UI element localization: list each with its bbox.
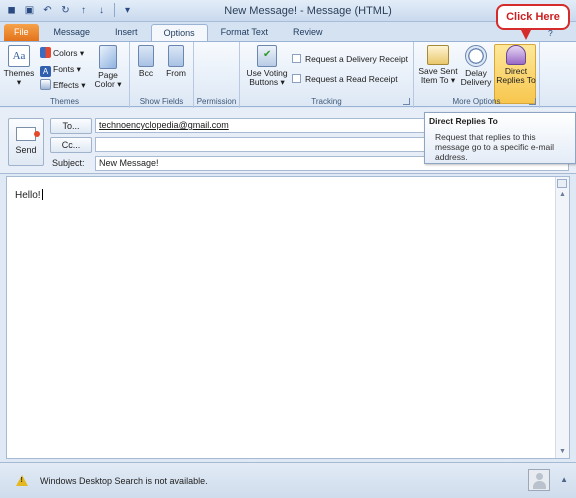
subject-label: Subject: xyxy=(52,158,85,168)
more-options-dialog-launcher[interactable] xyxy=(529,98,536,105)
ribbon-tabs: File Message Insert Options Format Text … xyxy=(0,22,576,41)
use-voting-buttons-button[interactable]: ✔ Use Voting Buttons ▾ xyxy=(244,45,290,87)
effects-icon xyxy=(40,79,51,90)
direct-replies-label: Direct Replies To xyxy=(496,66,536,85)
delivery-receipt-check[interactable] xyxy=(292,54,301,63)
colors-button[interactable]: Colors ▾ xyxy=(40,46,84,60)
permission-group-label: Permission xyxy=(196,97,237,106)
to-button[interactable]: To... xyxy=(50,118,92,134)
expand-people-pane-icon[interactable]: ▲ xyxy=(560,475,568,484)
click-here-callout: Click Here xyxy=(496,4,570,30)
vertical-scrollbar[interactable]: ▲ ▼ xyxy=(555,177,569,458)
tab-options[interactable]: Options xyxy=(150,24,208,41)
themes-icon: Aa xyxy=(8,45,30,67)
from-icon xyxy=(168,45,184,67)
title-bar: ◼ ▣ ↶ ↻ ↑ ↓ ▾ New Message! - Message (HT… xyxy=(0,0,576,22)
people-pane-avatar[interactable] xyxy=(528,469,550,491)
read-receipt-label: Request a Read Receipt xyxy=(305,74,398,84)
tooltip-body: Request that replies to this message go … xyxy=(435,132,555,162)
warning-exclamation: ! xyxy=(20,477,23,484)
show-fields-group: Bcc From Show Fields xyxy=(130,42,194,108)
from-label: From xyxy=(166,68,186,78)
message-body[interactable]: Hello! ▲ ▼ xyxy=(6,176,570,459)
tab-format-text[interactable]: Format Text xyxy=(209,24,280,41)
direct-replies-to-button[interactable]: Direct Replies To xyxy=(496,45,536,85)
themes-group: Aa Themes ▾ Colors ▾ A Fonts ▾ Effects ▾ … xyxy=(0,42,130,108)
tooltip-title: Direct Replies To xyxy=(429,116,498,126)
tracking-dialog-launcher[interactable] xyxy=(403,98,410,105)
callout-pointer xyxy=(520,28,532,40)
body-text[interactable]: Hello! xyxy=(15,189,43,201)
window-title: New Message! - Message (HTML) xyxy=(224,5,392,17)
fonts-button[interactable]: A Fonts ▾ xyxy=(40,62,81,77)
fonts-icon: A xyxy=(40,66,51,77)
delay-delivery-button[interactable]: Delay Delivery xyxy=(458,45,494,87)
themes-button[interactable]: Aa Themes ▾ xyxy=(3,45,35,87)
ruler-toggle-icon[interactable] xyxy=(557,179,567,188)
bcc-button[interactable]: Bcc xyxy=(134,45,158,78)
bcc-label: Bcc xyxy=(138,68,154,78)
show-fields-group-label: Show Fields xyxy=(139,97,184,106)
send-button[interactable]: Send xyxy=(8,118,44,166)
send-label: Send xyxy=(15,145,37,155)
effects-label: Effects xyxy=(53,80,79,90)
more-options-group-label: More Options xyxy=(452,97,501,106)
cc-button[interactable]: Cc... xyxy=(50,137,92,153)
voting-icon: ✔ xyxy=(257,45,277,67)
clock-icon xyxy=(465,45,487,67)
tab-insert[interactable]: Insert xyxy=(103,24,150,41)
more-options-group: Save Sent Item To ▾ Delay Delivery Direc… xyxy=(414,42,540,108)
send-envelope-icon xyxy=(16,127,40,141)
scroll-up-icon[interactable]: ▲ xyxy=(559,191,566,198)
read-receipt-check[interactable] xyxy=(292,74,301,83)
tab-file[interactable]: File xyxy=(4,24,39,41)
tracking-group-label: Tracking xyxy=(311,97,342,106)
permission-group: Permission xyxy=(194,42,240,108)
colors-icon xyxy=(40,47,51,58)
save-sent-label: Save Sent Item To xyxy=(418,66,458,85)
request-delivery-receipt-checkbox[interactable]: Request a Delivery Receipt xyxy=(292,52,408,66)
effects-button[interactable]: Effects ▾ xyxy=(40,78,85,92)
from-button[interactable]: From xyxy=(162,45,190,78)
direct-replies-tooltip: Direct Replies To Request that replies t… xyxy=(424,112,576,164)
delay-delivery-label: Delay Delivery xyxy=(460,68,492,87)
folder-icon xyxy=(427,45,449,65)
tracking-group: ✔ Use Voting Buttons ▾ Request a Deliver… xyxy=(240,42,414,108)
status-text: Windows Desktop Search is not available. xyxy=(40,476,208,486)
bcc-icon xyxy=(138,45,154,67)
page-color-icon xyxy=(99,45,117,69)
save-sent-item-button[interactable]: Save Sent Item To ▾ xyxy=(418,45,458,85)
page-color-label: Page Color xyxy=(94,70,118,89)
ribbon: Aa Themes ▾ Colors ▾ A Fonts ▾ Effects ▾ … xyxy=(0,28,576,108)
to-recipient[interactable]: technoencyclopedia@gmail.com xyxy=(99,120,229,130)
themes-label: Themes xyxy=(3,68,35,78)
use-voting-label: Use Voting Buttons xyxy=(246,68,288,87)
colors-label: Colors xyxy=(53,48,78,58)
fonts-label: Fonts xyxy=(53,64,75,74)
text-caret xyxy=(41,189,43,200)
scroll-down-icon[interactable]: ▼ xyxy=(559,448,566,455)
delivery-receipt-label: Request a Delivery Receipt xyxy=(305,54,408,64)
request-read-receipt-checkbox[interactable]: Request a Read Receipt xyxy=(292,72,398,86)
page-color-button[interactable]: Page Color ▾ xyxy=(92,45,124,89)
tab-review[interactable]: Review xyxy=(281,24,335,41)
status-bar: ! Windows Desktop Search is not availabl… xyxy=(0,462,576,498)
direct-replies-icon xyxy=(506,45,526,65)
tab-message[interactable]: Message xyxy=(42,24,103,41)
themes-group-label: Themes xyxy=(50,97,79,106)
